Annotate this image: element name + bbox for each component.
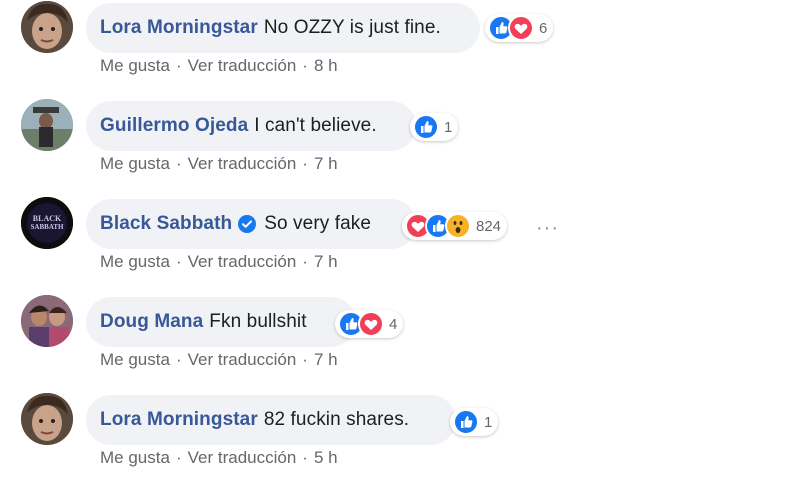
- translate-link[interactable]: Ver traducción: [188, 56, 297, 75]
- comment-text: Fkn bullshit: [209, 311, 307, 332]
- reaction-count: 1: [444, 118, 453, 136]
- love-icon: [508, 15, 534, 41]
- like-link[interactable]: Me gusta: [100, 350, 170, 369]
- comment-item: Lora Morningstar No OZZY is just fine. 6…: [0, 0, 800, 99]
- separator: ·: [175, 252, 182, 271]
- reaction-count: 6: [539, 19, 548, 37]
- reaction-summary[interactable]: 1: [410, 113, 459, 141]
- reaction-summary[interactable]: 824: [402, 212, 508, 240]
- separator: ·: [175, 56, 182, 75]
- separator: ·: [302, 56, 308, 75]
- timestamp[interactable]: 8 h: [314, 56, 338, 75]
- like-icon: [453, 409, 479, 435]
- reaction-count: 824: [476, 217, 502, 235]
- separator: ·: [302, 252, 308, 271]
- timestamp[interactable]: 5 h: [314, 448, 338, 467]
- separator: ·: [175, 448, 182, 467]
- comment-actions: Me gusta · Ver traducción · 7 h: [100, 154, 338, 174]
- translate-link[interactable]: Ver traducción: [188, 448, 297, 467]
- translate-link[interactable]: Ver traducción: [188, 252, 297, 271]
- like-link[interactable]: Me gusta: [100, 56, 170, 75]
- author-name[interactable]: Guillermo Ojeda: [100, 115, 248, 137]
- comment-item: Guillermo Ojeda I can't believe. 1 Me gu…: [0, 99, 800, 198]
- reaction-count: 4: [389, 315, 398, 333]
- avatar[interactable]: [21, 393, 73, 445]
- comment-actions: Me gusta · Ver traducción · 7 h: [100, 252, 338, 272]
- translate-link[interactable]: Ver traducción: [188, 154, 297, 173]
- avatar[interactable]: [21, 99, 73, 151]
- comment-bubble: Black Sabbath So very fake: [86, 199, 416, 249]
- timestamp[interactable]: 7 h: [314, 252, 338, 271]
- like-link[interactable]: Me gusta: [100, 448, 170, 467]
- separator: ·: [302, 350, 308, 369]
- avatar-logo-text: SABBATH: [31, 223, 64, 231]
- separator: ·: [302, 154, 308, 173]
- wow-icon: [445, 213, 471, 239]
- comment-bubble: Guillermo Ojeda I can't believe.: [86, 101, 416, 151]
- comment-text: No OZZY is just fine.: [263, 17, 441, 38]
- author-name[interactable]: Lora Morningstar: [100, 17, 258, 39]
- reaction-count: 1: [484, 413, 493, 431]
- avatar[interactable]: BLACK SABBATH: [21, 197, 73, 249]
- translate-link[interactable]: Ver traducción: [188, 350, 297, 369]
- comment-item: BLACK SABBATH Black Sabbath So very fake…: [0, 197, 800, 296]
- comment-item: Doug Mana Fkn bullshit 4 Me gusta · Ver tr…: [0, 295, 800, 394]
- more-options-icon[interactable]: ···: [536, 217, 559, 240]
- timestamp[interactable]: 7 h: [314, 350, 338, 369]
- comment-actions: Me gusta · Ver traducción · 8 h: [100, 56, 338, 76]
- comment-text: I can't believe.: [254, 115, 377, 136]
- timestamp[interactable]: 7 h: [314, 154, 338, 173]
- like-link[interactable]: Me gusta: [100, 252, 170, 271]
- separator: ·: [175, 154, 182, 173]
- comment-actions: Me gusta · Ver traducción · 7 h: [100, 350, 338, 370]
- author-name[interactable]: Lora Morningstar: [100, 409, 258, 431]
- reaction-summary[interactable]: 1: [450, 408, 499, 436]
- comment-text: So very fake: [264, 213, 372, 234]
- comment-bubble: Lora Morningstar 82 fuckin shares.: [86, 395, 456, 445]
- like-icon: [413, 114, 439, 140]
- author-name[interactable]: Doug Mana: [100, 311, 203, 333]
- avatar-logo-text: BLACK: [33, 214, 62, 223]
- reaction-summary[interactable]: 4: [335, 310, 404, 338]
- comment-actions: Me gusta · Ver traducción · 5 h: [100, 448, 338, 468]
- comment-bubble: Lora Morningstar No OZZY is just fine.: [86, 3, 480, 53]
- comment-bubble: Doug Mana Fkn bullshit: [86, 297, 356, 347]
- comment-item: Lora Morningstar 82 fuckin shares. 1 Me …: [0, 393, 800, 492]
- avatar[interactable]: [21, 295, 73, 347]
- avatar[interactable]: [21, 1, 73, 53]
- author-name[interactable]: Black Sabbath: [100, 213, 232, 235]
- like-link[interactable]: Me gusta: [100, 154, 170, 173]
- separator: ·: [302, 448, 308, 467]
- comment-text: 82 fuckin shares.: [263, 409, 410, 430]
- separator: ·: [175, 350, 182, 369]
- love-icon: [358, 311, 384, 337]
- reaction-summary[interactable]: 6: [485, 14, 554, 42]
- verified-badge-icon: [238, 215, 257, 233]
